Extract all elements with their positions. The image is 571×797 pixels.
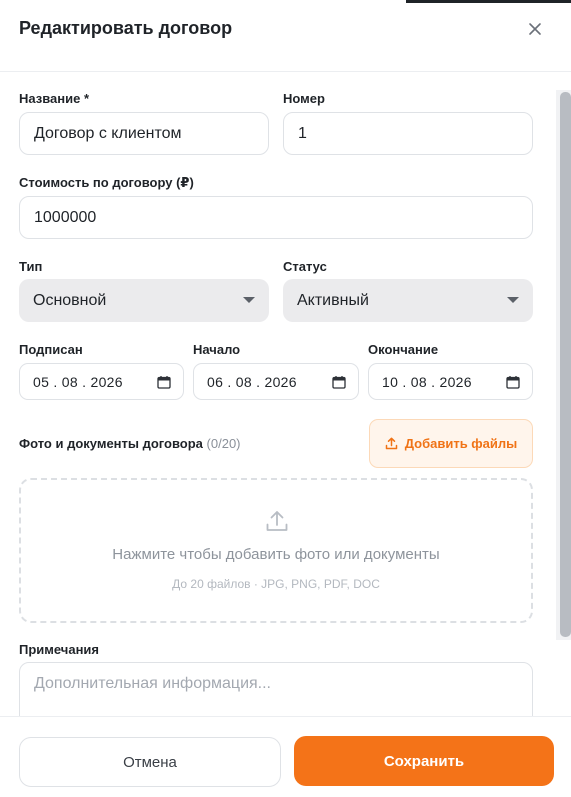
notes-textarea[interactable]: Дополнительная информация... [19,662,533,716]
status-select[interactable]: Активный [283,279,533,322]
end-label: Окончание [368,342,439,357]
dropzone-title: Нажмите чтобы добавить фото или документ… [112,546,440,563]
upload-icon [266,511,288,531]
calendar-icon[interactable] [157,375,171,389]
close-icon [529,23,541,35]
number-input[interactable]: 1 [283,112,533,155]
name-label: Название * [19,91,90,106]
type-select[interactable]: Основной [19,279,269,322]
close-button[interactable] [522,16,548,42]
start-date-value: 06 . 08 . 2026 [207,373,297,390]
status-select-value: Активный [297,291,369,309]
signed-date-value: 05 . 08 . 2026 [33,373,123,390]
name-input[interactable]: Договор с клиентом [19,112,269,155]
files-label: Фото и документы договора (0/20) [19,436,241,451]
modal-footer: Отмена Сохранить [0,716,571,797]
signed-date-input[interactable]: 05 . 08 . 2026 [19,363,184,400]
end-date-value: 10 . 08 . 2026 [382,373,472,390]
save-button[interactable]: Сохранить [294,736,554,786]
add-files-label: Добавить файлы [404,436,518,451]
cancel-button[interactable]: Отмена [19,737,281,787]
files-count: (0/20) [206,436,241,451]
modal-body: Название * Договор с клиентом Номер 1 Ст… [0,72,571,716]
type-label: Тип [19,259,43,274]
status-label: Статус [283,259,327,274]
modal-header: Редактировать договор [0,0,571,72]
chevron-down-icon [243,297,255,303]
notes-label: Примечания [19,642,100,657]
type-select-value: Основной [33,291,107,309]
dropzone-hint: До 20 файлов · JPG, PNG, PDF, DOC [172,577,380,591]
scrollbar-thumb[interactable] [560,92,571,637]
file-dropzone[interactable]: Нажмите чтобы добавить фото или документ… [19,478,533,623]
cost-input[interactable]: 1000000 [19,196,533,239]
cost-label: Стоимость по договору (₽) [19,175,194,190]
chevron-down-icon [507,297,519,303]
files-label-text: Фото и документы договора [19,436,203,451]
start-date-input[interactable]: 06 . 08 . 2026 [193,363,359,400]
end-date-input[interactable]: 10 . 08 . 2026 [368,363,533,400]
calendar-icon[interactable] [332,375,346,389]
start-label: Начало [193,342,241,357]
number-label: Номер [283,91,325,106]
signed-label: Подписан [19,342,83,357]
calendar-icon[interactable] [506,375,520,389]
add-files-button[interactable]: Добавить файлы [369,419,533,468]
modal-title: Редактировать договор [19,18,233,38]
upload-icon [385,437,397,450]
